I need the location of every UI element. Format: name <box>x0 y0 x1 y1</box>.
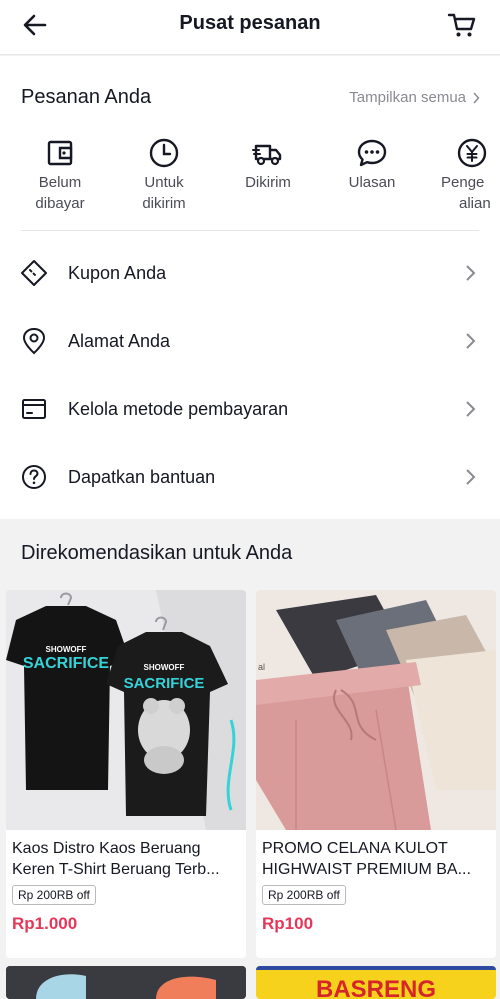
show-all-link[interactable]: Tampilkan semua <box>349 89 480 106</box>
menu-item-payment-methods[interactable]: Kelola metode pembayaran <box>0 377 500 444</box>
chevron-right-icon <box>466 265 476 281</box>
product-card[interactable]: al PROMO CELANA KULOT HIGHWAIST PREMIUM … <box>256 590 496 958</box>
product-name-line: HIGHWAIST PREMIUM BA... <box>262 861 471 878</box>
location-pin-icon <box>22 327 46 355</box>
status-label: alian <box>459 195 491 212</box>
product-image-trousers: al <box>256 590 496 830</box>
status-label: Belum <box>38 174 82 191</box>
menu-item-label: Dapatkan bantuan <box>68 467 216 487</box>
product-image-tshirts: SACRIFICE SACRIFICE SHOWOFF SHOWOFF <box>6 590 246 830</box>
status-label: Ulasan <box>348 174 396 191</box>
status-unpaid[interactable]: Belum dibayar <box>15 136 105 214</box>
discount-badge: Rp 200RB off <box>262 885 346 905</box>
show-all-label: Tampilkan semua <box>349 89 466 106</box>
status-label: Untuk <box>144 174 184 191</box>
discount-badge: Rp 200RB off <box>12 885 96 905</box>
status-label: Penge <box>441 174 485 191</box>
product-price: Rp1.000 <box>12 914 78 933</box>
status-label: Dikirim <box>245 174 291 191</box>
wallet-icon <box>47 140 73 166</box>
status-to-ship[interactable]: Untuk dikirim <box>119 136 209 214</box>
chevron-right-icon <box>466 469 476 485</box>
product-card[interactable]: SACRIFICE SACRIFICE SHOWOFF SHOWOFF Kaos… <box>6 590 246 958</box>
chevron-right-icon <box>473 91 480 104</box>
page-title: Pusat pesanan <box>179 12 321 34</box>
product-card[interactable]: BASRENG <box>256 966 496 999</box>
product-name-line: Kaos Distro Kaos Beruang <box>12 840 201 857</box>
clock-icon <box>149 138 179 168</box>
card-icon <box>22 399 46 419</box>
menu-item-address[interactable]: Alamat Anda <box>0 309 500 376</box>
status-label: dikirim <box>142 195 186 212</box>
product-name-line: PROMO CELANA KULOT <box>262 840 448 857</box>
status-reviews[interactable]: Ulasan <box>327 136 417 193</box>
top-bar: Pusat pesanan <box>0 0 500 55</box>
product-name: PROMO CELANA KULOT HIGHWAIST PREMIUM BA.… <box>256 830 496 880</box>
menu-item-label: Alamat Anda <box>68 331 171 351</box>
recommend-title: Direkomendasikan untuk Anda <box>21 542 293 564</box>
product-image: SACRIFICE SACRIFICE SHOWOFF SHOWOFF <box>6 590 246 830</box>
chevron-right-icon <box>466 401 476 417</box>
truck-icon <box>252 144 282 166</box>
shirt-print-text: SACRIFICE <box>23 655 110 672</box>
shirt-print-text: SACRIFICE <box>124 675 205 692</box>
status-label: dibayar <box>35 195 85 212</box>
product-price: Rp100 <box>262 914 314 933</box>
chat-icon <box>357 139 387 167</box>
banner-text: BASRENG <box>316 976 436 999</box>
help-icon <box>22 465 46 489</box>
shirt-brand-text: SHOWOFF <box>46 645 87 654</box>
status-refund[interactable]: Penge alian <box>425 136 500 214</box>
refund-icon <box>457 138 487 168</box>
chevron-right-icon <box>466 333 476 349</box>
menu-item-coupons[interactable]: Kupon Anda <box>0 241 500 308</box>
product-name: Kaos Distro Kaos Beruang Keren T-Shirt B… <box>6 830 246 880</box>
status-shipped[interactable]: Dikirim <box>223 136 313 193</box>
account-menu: Kupon Anda Alamat Anda Kelola metode pem… <box>0 231 500 519</box>
coupon-icon <box>21 260 47 286</box>
orders-title: Pesanan Anda <box>21 86 152 108</box>
product-image: BASRENG <box>256 966 496 999</box>
product-card[interactable] <box>6 966 246 999</box>
product-name-line: Keren T-Shirt Beruang Terb... <box>12 861 220 878</box>
menu-item-label: Kelola metode pembayaran <box>68 399 289 419</box>
shirt-brand-text: SHOWOFF <box>144 663 185 672</box>
orders-section: Pesanan Anda Tampilkan semua Belum dibay… <box>0 56 500 231</box>
menu-item-label: Kupon Anda <box>68 263 167 283</box>
menu-item-help[interactable]: Dapatkan bantuan <box>0 445 500 512</box>
product-image: al <box>256 590 496 830</box>
image-label: al <box>258 662 265 672</box>
product-image <box>6 966 246 999</box>
cart-icon[interactable] <box>446 9 478 41</box>
